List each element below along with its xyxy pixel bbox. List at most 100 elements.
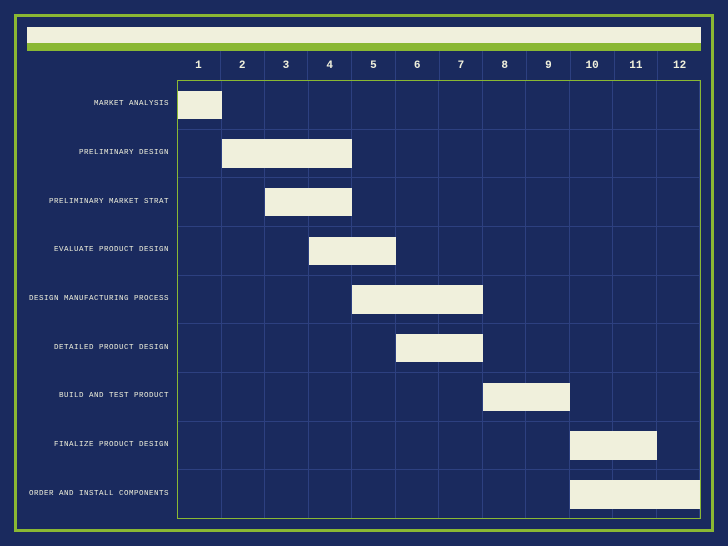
gantt-cell-8-2 [265, 470, 309, 518]
gantt-cell-8-6 [439, 470, 483, 518]
gantt-cell-6-3 [309, 373, 353, 421]
gantt-cell-1-10 [613, 130, 657, 178]
months-row: 123456789101112 [177, 51, 701, 81]
gantt-cell-8-1 [222, 470, 266, 518]
month-cell-5: 5 [352, 51, 396, 80]
gantt-row-7 [178, 422, 700, 471]
gantt-cell-6-2 [265, 373, 309, 421]
gantt-bar-1 [222, 139, 353, 168]
label-cell-3: EVALUATE PRODUCT DESIGN [27, 227, 177, 276]
label-text-7: FINALIZE PRODUCT DESIGN [54, 441, 169, 451]
gantt-cell-7-4 [352, 422, 396, 470]
gantt-cell-8-5 [396, 470, 440, 518]
gantt-cell-5-0 [178, 324, 222, 372]
gantt-cell-1-11 [657, 130, 701, 178]
gantt-row-2 [178, 178, 700, 227]
gantt-cell-1-8 [526, 130, 570, 178]
gantt-cell-7-7 [483, 422, 527, 470]
gantt-cell-2-0 [178, 178, 222, 226]
gantt-cell-7-5 [396, 422, 440, 470]
gantt-cell-6-10 [613, 373, 657, 421]
gantt-cell-4-11 [657, 276, 701, 324]
label-text-3: EVALUATE PRODUCT DESIGN [54, 246, 169, 256]
gantt-cell-5-3 [309, 324, 353, 372]
gantt-cell-7-8 [526, 422, 570, 470]
gantt-row-3 [178, 227, 700, 276]
gantt-cell-4-7 [483, 276, 527, 324]
subtitle-bar [27, 43, 701, 51]
gantt-cell-7-11 [657, 422, 701, 470]
gantt-cell-0-6 [439, 81, 483, 129]
gantt-bar-4 [352, 285, 483, 314]
label-cell-4: DESIGN MANUFACTURING PROCESS [27, 276, 177, 325]
gantt-bar-0 [178, 91, 222, 120]
gantt-cell-1-5 [396, 130, 440, 178]
gantt-cell-6-0 [178, 373, 222, 421]
label-text-4: DESIGN MANUFACTURING PROCESS [29, 295, 169, 305]
month-cell-1: 1 [177, 51, 221, 80]
gantt-row-0 [178, 81, 700, 130]
gantt-cell-6-6 [439, 373, 483, 421]
gantt-cell-4-2 [265, 276, 309, 324]
gantt-cell-7-2 [265, 422, 309, 470]
gantt-cell-1-7 [483, 130, 527, 178]
gantt-row-5 [178, 324, 700, 373]
gantt-cell-2-10 [613, 178, 657, 226]
month-cell-12: 12 [658, 51, 701, 80]
gantt-cell-5-11 [657, 324, 701, 372]
gantt-cell-2-6 [439, 178, 483, 226]
label-cell-1: PRELIMINARY DESIGN [27, 130, 177, 179]
chart-container: MARKET ANALYSIS PRELIMINARY DESIGN PRELIMI… [14, 14, 714, 532]
gantt-cell-7-3 [309, 422, 353, 470]
gantt-cell-0-5 [396, 81, 440, 129]
gantt-cell-7-6 [439, 422, 483, 470]
gantt-cell-1-4 [352, 130, 396, 178]
gantt-row-1 [178, 130, 700, 179]
gantt-cell-3-7 [483, 227, 527, 275]
gantt-cell-0-1 [222, 81, 266, 129]
gantt-cell-5-10 [613, 324, 657, 372]
gantt-cell-4-9 [570, 276, 614, 324]
gantt-cell-0-10 [613, 81, 657, 129]
label-text-6: BUILD AND TEST PRODUCT [59, 392, 169, 402]
gantt-cell-0-7 [483, 81, 527, 129]
month-cell-7: 7 [440, 51, 484, 80]
label-text-1: PRELIMINARY DESIGN [79, 149, 169, 159]
month-cell-6: 6 [396, 51, 440, 80]
label-text-8: ORDER AND INSTALL COMPONENTS [29, 490, 169, 500]
gantt-cell-8-8 [526, 470, 570, 518]
gantt-cell-6-5 [396, 373, 440, 421]
label-text-0: MARKET ANALYSIS [94, 100, 169, 110]
gantt-cell-0-11 [657, 81, 701, 129]
gantt-cell-3-0 [178, 227, 222, 275]
gantt-cell-8-4 [352, 470, 396, 518]
gantt-cell-2-5 [396, 178, 440, 226]
gantt-bar-5 [396, 334, 483, 363]
gantt-cell-4-10 [613, 276, 657, 324]
label-text-2: PRELIMINARY MARKET STRAT [49, 198, 169, 208]
month-cell-10: 10 [571, 51, 615, 80]
gantt-cell-3-5 [396, 227, 440, 275]
gantt-cell-0-3 [309, 81, 353, 129]
gantt-row-8 [178, 470, 700, 518]
gantt-bar-8 [570, 480, 701, 509]
gantt-cell-1-9 [570, 130, 614, 178]
gantt-bar-7 [570, 431, 657, 460]
gantt-cell-3-1 [222, 227, 266, 275]
gantt-bar-2 [265, 188, 352, 217]
gantt-cell-8-0 [178, 470, 222, 518]
gantt-cell-3-9 [570, 227, 614, 275]
label-text-5: DETAILED PRODUCT DESIGN [54, 344, 169, 354]
gantt-cell-0-9 [570, 81, 614, 129]
gantt-cell-4-0 [178, 276, 222, 324]
gantt-cell-2-4 [352, 178, 396, 226]
gantt-bar-6 [483, 383, 570, 412]
gantt-cell-5-8 [526, 324, 570, 372]
gantt-cell-3-11 [657, 227, 701, 275]
gantt-cell-6-11 [657, 373, 701, 421]
gantt-bar-3 [309, 237, 396, 266]
gantt-cell-5-1 [222, 324, 266, 372]
gantt-cell-2-7 [483, 178, 527, 226]
label-cell-7: FINALIZE PRODUCT DESIGN [27, 422, 177, 471]
gantt-cell-7-1 [222, 422, 266, 470]
